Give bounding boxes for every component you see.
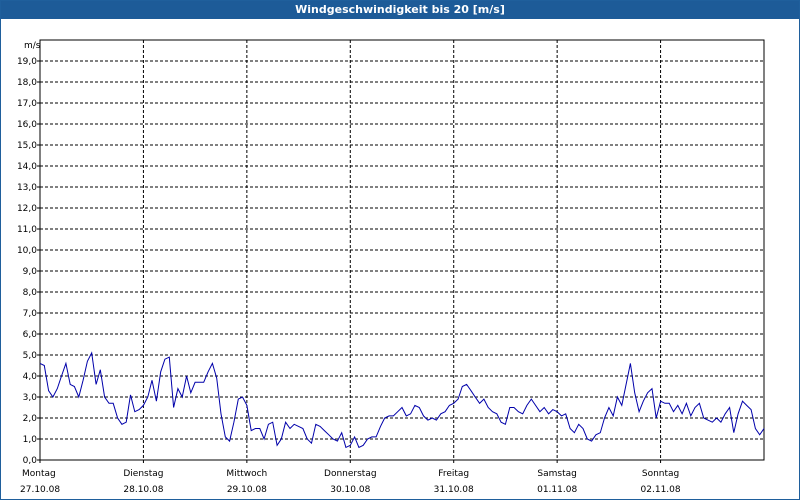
- wind-speed-chart: m/s 0,0 1,0 2,0 3,0 4,0 5,0 6,0 7,0 8,0 9,0 10,0 11…: [17, 39, 765, 495]
- y-tick-label: 18,0: [17, 78, 37, 88]
- x-axis: Montag 27.10.08 Dienstag 28.10.08 Mittwoch 29…: [20, 460, 681, 495]
- y-tick-label: 1,0: [23, 435, 38, 445]
- y-tick-label: 8,0: [23, 288, 38, 298]
- y-tick-label: 15,0: [17, 141, 37, 151]
- x-tick-date-label: 28.10.08: [123, 485, 163, 495]
- x-tick-date-label: 01.11.08: [537, 485, 577, 495]
- y-tick-label: 5,0: [23, 351, 38, 361]
- y-tick-label: 12,0: [17, 204, 37, 214]
- x-tick-day-label: Mittwoch: [226, 469, 267, 479]
- x-tick-day-label: Freitag: [438, 469, 469, 479]
- y-tick-label: 13,0: [17, 183, 37, 193]
- y-tick-label: 2,0: [23, 414, 38, 424]
- x-tick-date-label: 30.10.08: [330, 485, 370, 495]
- x-tick-day-label: Donnerstag: [324, 469, 377, 479]
- y-tick-label: 6,0: [23, 330, 38, 340]
- x-tick-day-label: Samstag: [537, 469, 576, 479]
- y-tick-label: 19,0: [17, 57, 37, 67]
- x-tick-day-label: Montag: [22, 469, 56, 479]
- y-tick-label: 14,0: [17, 162, 37, 172]
- x-tick-date-label: 02.11.08: [641, 485, 681, 495]
- y-tick-label: 11,0: [17, 225, 37, 235]
- y-axis-label: m/s: [24, 41, 41, 51]
- y-tick-label: 0,0: [23, 456, 38, 466]
- x-tick-date-label: 31.10.08: [434, 485, 474, 495]
- y-tick-label: 7,0: [23, 309, 38, 319]
- y-tick-label: 10,0: [17, 246, 37, 256]
- y-tick-label: 16,0: [17, 120, 37, 130]
- y-axis: m/s 0,0 1,0 2,0 3,0 4,0 5,0 6,0 7,0 8,0 9,0 10,0 11…: [17, 41, 41, 466]
- x-tick-date-label: 27.10.08: [20, 485, 60, 495]
- x-tick-date-label: 29.10.08: [227, 485, 267, 495]
- x-tick-day-label: Sonntag: [642, 469, 679, 479]
- y-tick-label: 3,0: [23, 393, 38, 403]
- y-tick-label: 4,0: [23, 372, 38, 382]
- y-tick-label: 17,0: [17, 99, 37, 109]
- y-tick-label: 9,0: [23, 267, 38, 277]
- x-tick-day-label: Dienstag: [123, 469, 163, 479]
